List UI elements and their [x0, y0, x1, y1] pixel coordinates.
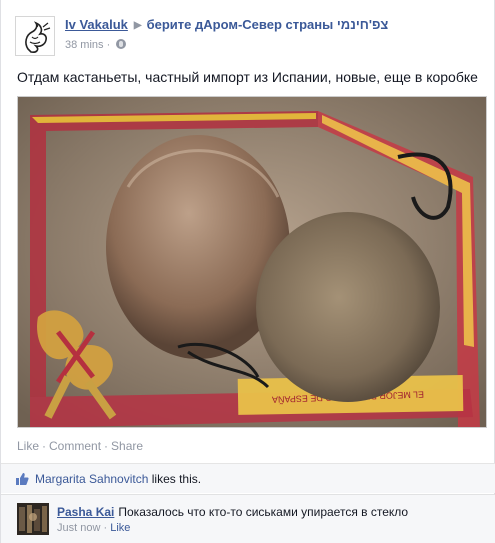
meta-separator: ·	[106, 39, 111, 51]
comment-timestamp[interactable]: Just now	[57, 522, 100, 534]
thumbs-up-icon	[16, 473, 29, 485]
castanets-box-photo: EL MEJOR RECUERDO DE ESPAÑA	[18, 97, 486, 427]
likes-summary: Margarita Sahnovitch likes this.	[1, 463, 495, 493]
dragon-logo-icon	[16, 17, 54, 55]
post-header: Iv Vakaluk ▶ берите дАром-Север страны צפ'…	[15, 12, 485, 56]
post-photo[interactable]: EL MEJOR RECUERDO DE ESPAÑA	[17, 96, 487, 428]
post-actions: Like · Comment · Share	[17, 439, 143, 453]
play-arrow-icon: ▶	[133, 20, 142, 31]
group-link[interactable]: берите дАром-Север страны צפ'חינמי	[147, 17, 389, 32]
post-text: Отдам кастаньеты, частный импорт из Испа…	[17, 69, 478, 85]
commenter-photo	[17, 503, 49, 535]
commenter-avatar[interactable]	[17, 503, 49, 535]
post-timestamp[interactable]: 38 mins	[65, 39, 104, 51]
liker-link[interactable]: Margarita Sahnovitch	[35, 472, 148, 486]
likes-text: Margarita Sahnovitch likes this.	[35, 472, 201, 486]
comment-separator: ·	[103, 522, 108, 534]
globe-icon[interactable]	[116, 39, 127, 49]
comment-meta: Just now · Like	[57, 522, 130, 534]
feed-post: Iv Vakaluk ▶ берите дАром-Север страны צפ'…	[0, 0, 495, 543]
likes-suffix: likes this.	[151, 472, 202, 486]
comment-text: Показалось что кто-то сиськами упирается…	[118, 505, 409, 519]
author-avatar[interactable]	[15, 16, 55, 56]
comment-button[interactable]: Comment	[49, 439, 101, 453]
share-button[interactable]: Share	[111, 439, 143, 453]
post-meta: 38 mins ·	[65, 39, 127, 51]
comment-body: Pasha Kai Показалось что кто-то сиськами …	[57, 505, 408, 519]
author-link[interactable]: Iv Vakaluk	[65, 17, 128, 32]
comment-like-button[interactable]: Like	[110, 522, 130, 534]
commenter-name[interactable]: Pasha Kai	[57, 505, 114, 519]
action-separator: ·	[42, 439, 47, 453]
post-title-line: Iv Vakaluk ▶ берите дАром-Север страны צפ'…	[65, 17, 388, 32]
action-separator: ·	[104, 439, 109, 453]
comment: Pasha Kai Показалось что кто-то сиськами …	[1, 494, 495, 543]
like-button[interactable]: Like	[17, 439, 39, 453]
